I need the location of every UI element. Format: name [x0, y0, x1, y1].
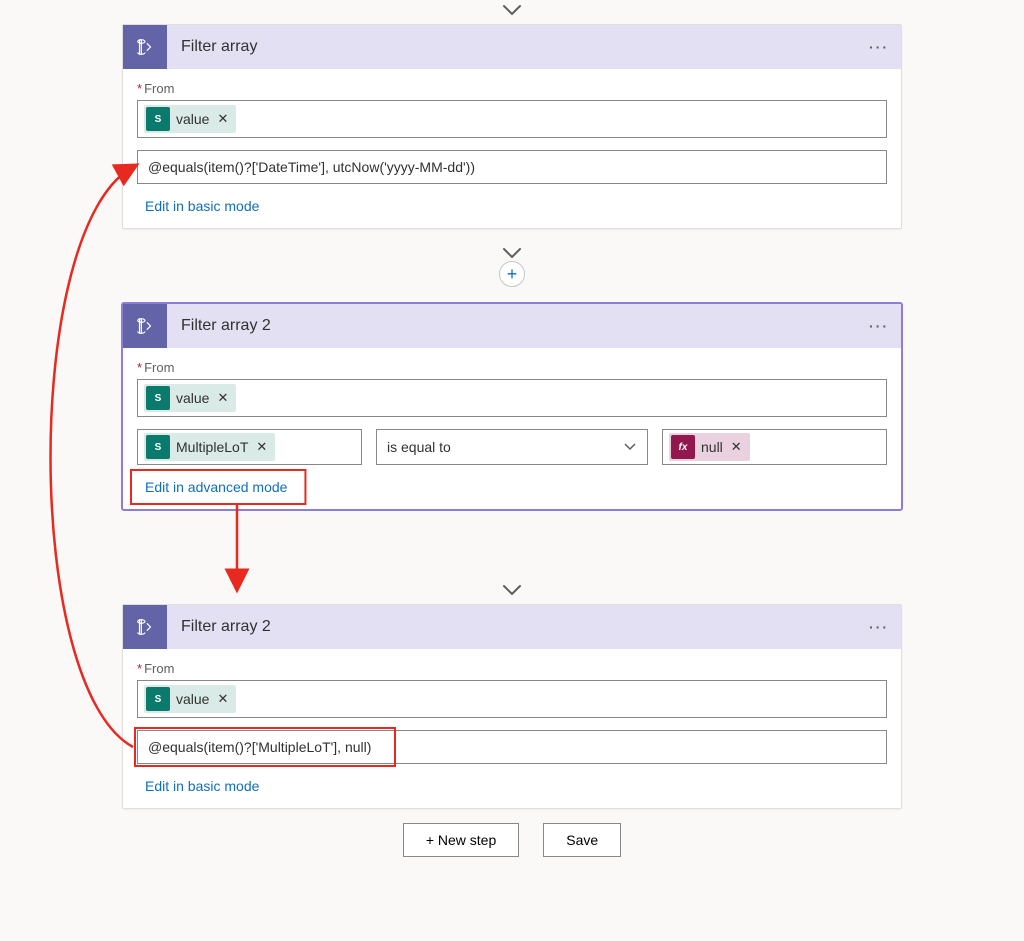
card-body: *From S value ✕ S MultipleLoT ✕ is e — [123, 348, 901, 509]
card-body: *From S value ✕ @equals(item()?['Multipl… — [123, 649, 901, 808]
fx-icon: fx — [671, 435, 695, 459]
from-input[interactable]: S value ✕ — [137, 379, 887, 417]
dynamic-token-value[interactable]: S value ✕ — [144, 384, 236, 412]
condition-right-input[interactable]: fx null ✕ — [662, 429, 887, 465]
from-label: *From — [137, 81, 887, 96]
data-operations-icon — [123, 25, 167, 69]
data-operations-icon — [123, 605, 167, 649]
token-remove[interactable]: ✕ — [217, 111, 228, 127]
card-header[interactable]: Filter array 2 ··· — [123, 304, 901, 348]
edit-advanced-mode-link[interactable]: Edit in advanced mode — [137, 475, 295, 499]
expression-token-null[interactable]: fx null ✕ — [669, 433, 750, 461]
condition-operator-select[interactable]: is equal to — [376, 429, 648, 465]
edit-basic-mode-link[interactable]: Edit in basic mode — [137, 194, 267, 218]
action-card-filter-array-2-advanced[interactable]: Filter array 2 ··· *From S value ✕ @equa… — [122, 604, 902, 809]
sharepoint-icon: S — [146, 386, 170, 410]
card-header[interactable]: Filter array ··· — [123, 25, 901, 69]
expression-input[interactable]: @equals(item()?['MultipleLoT'], null) — [137, 730, 887, 764]
from-label: *From — [137, 360, 887, 375]
token-remove[interactable]: ✕ — [217, 691, 228, 707]
card-body: *From S value ✕ @equals(item()?['DateTim… — [123, 69, 901, 228]
dynamic-token-value[interactable]: S value ✕ — [144, 685, 236, 713]
action-card-filter-array[interactable]: Filter array ··· *From S value ✕ @equals… — [122, 24, 902, 229]
from-label: *From — [137, 661, 887, 676]
chevron-down-icon — [623, 439, 637, 455]
from-input[interactable]: S value ✕ — [137, 100, 887, 138]
card-menu-button[interactable]: ··· — [869, 619, 889, 635]
card-menu-button[interactable]: ··· — [869, 318, 889, 334]
data-operations-icon — [123, 304, 167, 348]
token-remove[interactable]: ✕ — [217, 390, 228, 406]
add-step-button[interactable]: + — [499, 261, 525, 287]
card-header[interactable]: Filter array 2 ··· — [123, 605, 901, 649]
card-title: Filter array 2 — [181, 618, 855, 636]
token-remove[interactable]: ✕ — [731, 439, 742, 455]
token-remove[interactable]: ✕ — [256, 439, 267, 455]
sharepoint-icon: S — [146, 687, 170, 711]
card-title: Filter array — [181, 38, 855, 56]
edit-basic-mode-link[interactable]: Edit in basic mode — [137, 774, 267, 798]
action-card-filter-array-2-basic[interactable]: Filter array 2 ··· *From S value ✕ S Mul… — [122, 303, 902, 510]
condition-left-input[interactable]: S MultipleLoT ✕ — [137, 429, 362, 465]
sharepoint-icon: S — [146, 435, 170, 459]
bottom-toolbar: + New step Save — [122, 823, 902, 857]
card-title: Filter array 2 — [181, 317, 855, 335]
from-input[interactable]: S value ✕ — [137, 680, 887, 718]
connector-arrow — [122, 0, 902, 24]
connector-arrow — [122, 580, 902, 604]
dynamic-token-value[interactable]: S value ✕ — [144, 105, 236, 133]
expression-input[interactable]: @equals(item()?['DateTime'], utcNow('yyy… — [137, 150, 887, 184]
card-menu-button[interactable]: ··· — [869, 39, 889, 55]
sharepoint-icon: S — [146, 107, 170, 131]
flow-canvas: Filter array ··· *From S value ✕ @equals… — [122, 0, 902, 857]
new-step-button[interactable]: + New step — [403, 823, 519, 857]
condition-row: S MultipleLoT ✕ is equal to fx null ✕ — [137, 429, 887, 465]
dynamic-token-multiplelot[interactable]: S MultipleLoT ✕ — [144, 433, 275, 461]
save-button[interactable]: Save — [543, 823, 621, 857]
